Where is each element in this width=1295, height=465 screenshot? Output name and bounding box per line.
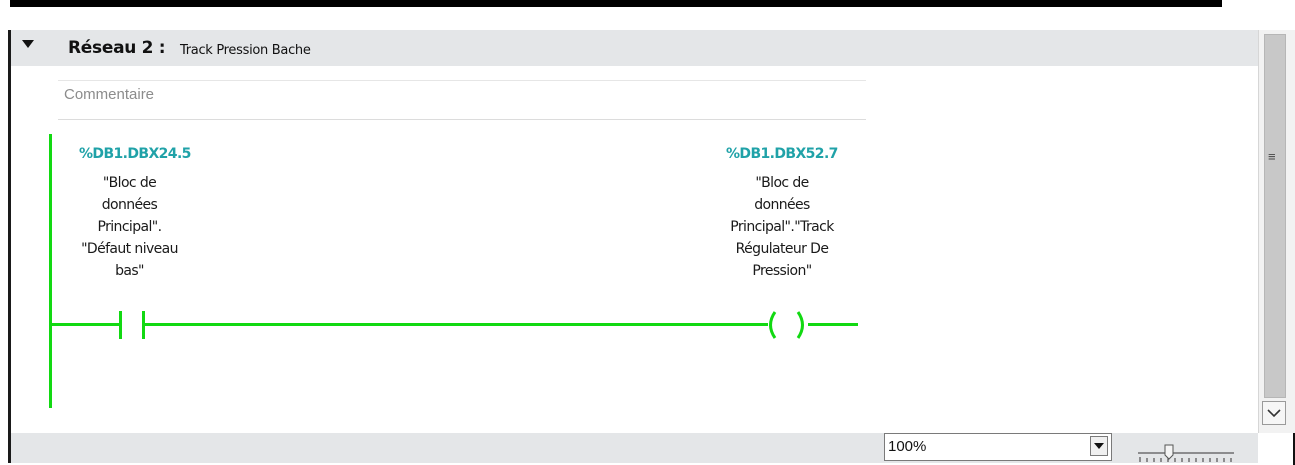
contact-left-bar[interactable] xyxy=(119,311,122,339)
collapse-triangle-icon[interactable] xyxy=(22,40,34,48)
network-title[interactable]: Track Pression Bache xyxy=(180,43,311,58)
scroll-down-button[interactable] xyxy=(1262,401,1286,425)
coil-operand-address[interactable]: %DB1.DBX52.7 xyxy=(726,146,838,162)
coil-icon[interactable] xyxy=(763,309,813,341)
zoom-dropdown-button[interactable] xyxy=(1090,436,1108,456)
zoom-value: 100% xyxy=(888,438,927,455)
wire-segment xyxy=(52,323,119,326)
coil-operand-name[interactable]: "Bloc de données Principal"."Track Régul… xyxy=(707,172,857,282)
contact-operand-name[interactable]: "Bloc de données Principal". "Défaut niv… xyxy=(52,172,207,282)
grip-icon: ≡ xyxy=(1268,149,1276,164)
scrollbar-thumb[interactable] xyxy=(1264,34,1286,398)
network-label: Réseau 2 : xyxy=(68,38,166,58)
chevron-down-icon xyxy=(1267,409,1281,418)
comment-placeholder: Commentaire xyxy=(64,86,155,103)
wire-segment xyxy=(145,323,768,326)
triangle-down-icon xyxy=(1094,443,1104,449)
network-comment-field[interactable] xyxy=(58,80,866,120)
contact-operand-address[interactable]: %DB1.DBX24.5 xyxy=(79,146,191,162)
zoom-slider[interactable] xyxy=(1136,441,1236,463)
wire-segment xyxy=(808,323,858,326)
top-divider xyxy=(10,0,1222,7)
